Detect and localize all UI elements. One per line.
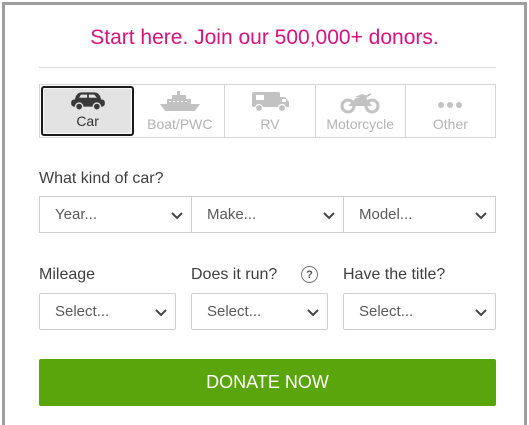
donate-now-button[interactable]: DONATE NOW [39,359,496,406]
divider [39,67,496,68]
mileage-select-value: Select... [55,303,110,320]
chevron-down-icon [475,308,487,316]
year-select[interactable]: Year... [40,197,192,232]
chevron-down-icon [323,211,335,219]
make-select[interactable]: Make... [192,197,344,232]
mileage-select[interactable]: Select... [39,293,176,330]
vehicle-label: RV [260,116,280,132]
runs-select-value: Select... [207,303,262,320]
chevron-down-icon [155,308,167,316]
year-select-value: Year... [55,206,97,223]
title-select-value: Select... [359,303,414,320]
vehicle-label: Motorcycle [326,116,395,132]
car-icon [70,92,105,111]
boat-icon [159,91,200,111]
vehicle-option-car[interactable]: Car [41,86,135,136]
title-select[interactable]: Select... [343,293,496,330]
model-select-value: Model... [359,206,413,223]
form-headline: Start here. Join our 500,000+ donors. [90,26,439,49]
vehicle-label: Boat/PWC [147,116,213,132]
make-select-value: Make... [207,206,257,223]
runs-select[interactable]: Select... [191,293,328,330]
more-dots-icon [438,102,463,108]
vehicle-label: Car [76,113,99,129]
runs-label: Does it run? [191,266,278,283]
chevron-down-icon [475,211,487,219]
help-icon[interactable]: ? [301,266,318,283]
vehicle-type-selector: Car Boat/PWC RV Motorcycle Other [39,84,496,138]
rv-icon [252,92,289,113]
vehicle-label: Other [432,116,468,132]
chevron-down-icon [307,308,319,316]
vehicle-option-other[interactable]: Other [406,85,495,137]
mileage-label: Mileage [39,266,96,283]
vehicle-option-rv[interactable]: RV [225,85,316,137]
vehicle-option-boat[interactable]: Boat/PWC [135,85,226,137]
donation-form: Start here. Join our 500,000+ donors. Ca… [2,2,527,425]
vehicle-option-motorcycle[interactable]: Motorcycle [316,85,406,137]
chevron-down-icon [171,211,183,219]
car-kind-label: What kind of car? [39,170,164,187]
car-selects: Year... Make... Model... [39,196,496,233]
model-select[interactable]: Model... [344,197,495,232]
title-label: Have the title? [343,266,446,283]
motorcycle-icon [340,93,380,114]
